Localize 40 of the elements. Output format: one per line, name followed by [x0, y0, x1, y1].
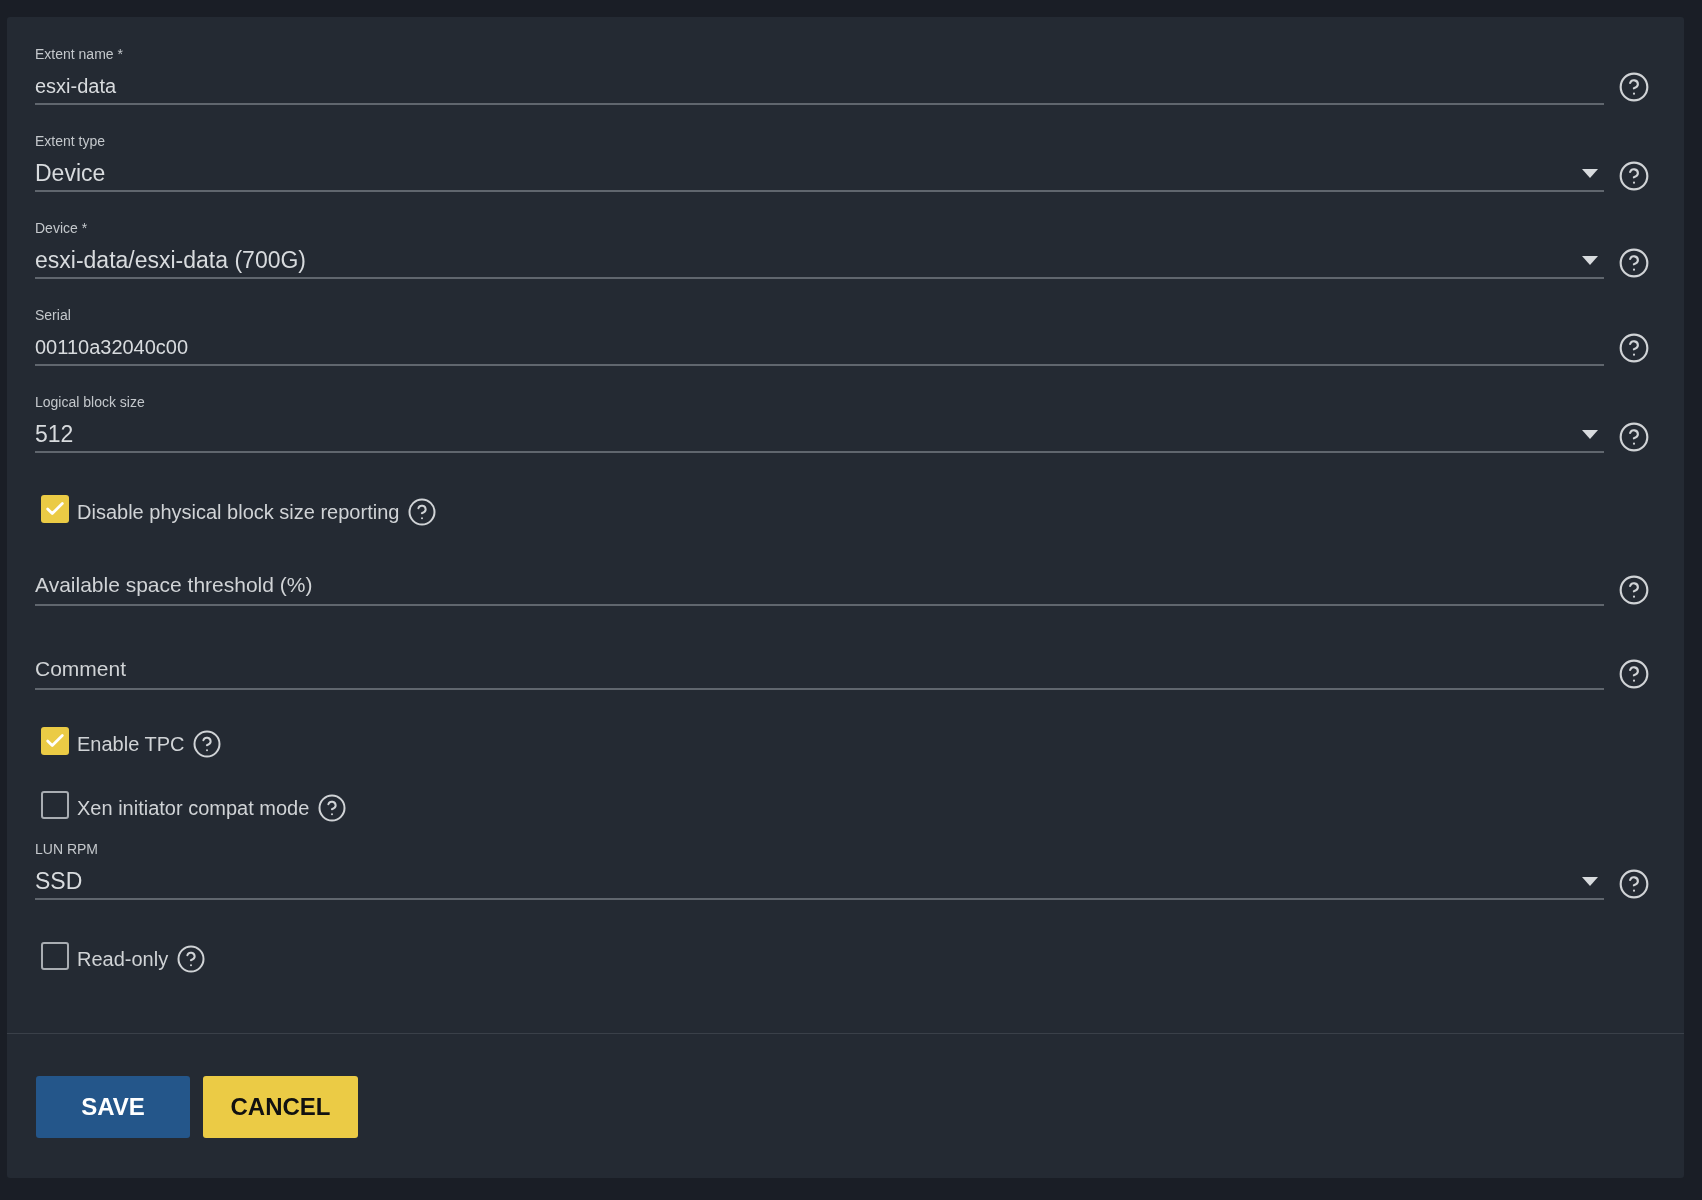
checkbox-label: Enable TPC — [77, 732, 185, 757]
input-field[interactable]: 00110a32040c00 — [35, 330, 1604, 366]
field-label: Serial — [35, 306, 71, 324]
dropdown[interactable]: Device — [35, 156, 1604, 192]
help-icon[interactable] — [1618, 658, 1650, 690]
field-label: Extent type — [35, 132, 106, 150]
input-field[interactable]: Comment — [35, 650, 1604, 690]
help-icon[interactable] — [1618, 71, 1650, 103]
help-icon[interactable] — [407, 497, 438, 527]
help-icon[interactable] — [1618, 574, 1650, 606]
checkbox-label: Disable physical block size reporting — [77, 500, 400, 525]
help-icon[interactable] — [1618, 421, 1650, 453]
checkbox-label: Read-only — [77, 947, 169, 972]
caret-icon — [1582, 255, 1598, 265]
help-icon[interactable] — [1618, 160, 1650, 192]
help-icon[interactable] — [176, 944, 207, 974]
cancel-button[interactable]: CANCEL — [203, 1076, 358, 1138]
input-field[interactable]: esxi-data — [35, 69, 1604, 105]
save-button[interactable]: SAVE — [36, 1076, 190, 1138]
checkbox-label: Xen initiator compat mode — [77, 796, 310, 821]
help-icon[interactable] — [1618, 332, 1650, 364]
caret-icon — [1582, 168, 1598, 178]
dropdown[interactable]: esxi-data/esxi-data (700G) — [35, 243, 1604, 279]
input-field[interactable]: Available space threshold (%) — [35, 566, 1604, 606]
checkbox[interactable] — [41, 791, 69, 819]
checkbox[interactable] — [41, 495, 69, 523]
help-icon[interactable] — [192, 729, 223, 759]
caret-icon — [1582, 876, 1598, 886]
checkbox[interactable] — [41, 942, 69, 970]
field-label: Logical block size — [35, 393, 145, 411]
help-icon[interactable] — [1618, 868, 1650, 900]
help-icon[interactable] — [1618, 247, 1650, 279]
field-label: Extent name * — [35, 45, 123, 63]
checkbox[interactable] — [41, 727, 69, 755]
caret-icon — [1582, 429, 1598, 439]
dropdown[interactable]: SSD — [35, 864, 1604, 900]
help-icon[interactable] — [317, 793, 348, 823]
dropdown[interactable]: 512 — [35, 417, 1604, 453]
field-label: LUN RPM — [35, 840, 98, 858]
field-label: Device * — [35, 219, 88, 237]
